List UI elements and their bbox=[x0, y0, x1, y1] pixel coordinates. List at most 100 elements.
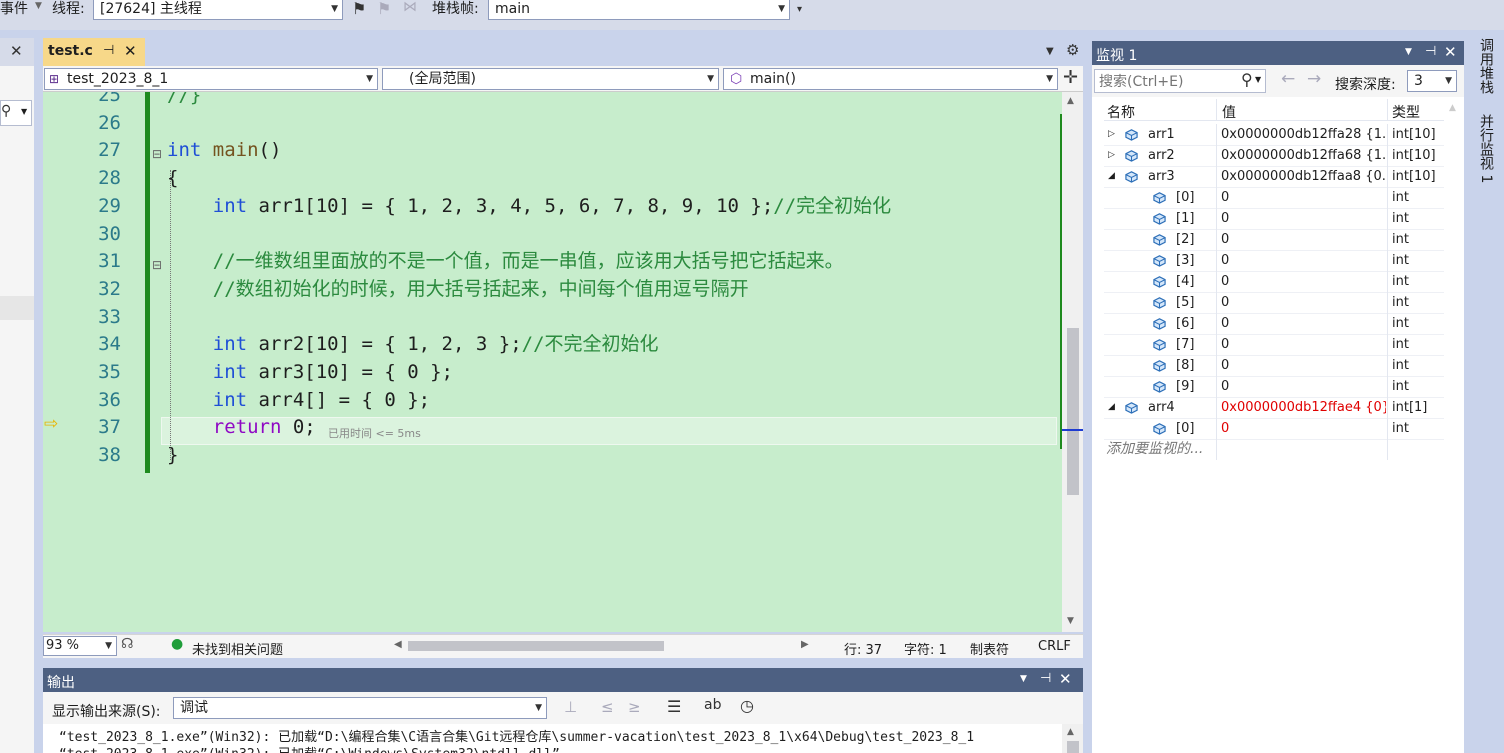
watch-row[interactable]: ▷ arr2 0x0000000db12ffa68 {1... int[10] bbox=[1104, 145, 1456, 167]
watch-value[interactable]: 0 bbox=[1221, 292, 1386, 313]
pin-icon[interactable]: ⊣ bbox=[1040, 671, 1051, 686]
eol-indicator[interactable]: CRLF bbox=[1038, 639, 1071, 654]
watch-row[interactable]: ◢ arr3 0x0000000db12ffaa8 {0... int[10] bbox=[1104, 166, 1456, 188]
close-icon[interactable]: ✕ bbox=[1444, 43, 1457, 61]
chevron-down-icon[interactable]: ▼ bbox=[1020, 674, 1027, 684]
pin-icon[interactable]: ⊣ bbox=[1425, 44, 1436, 59]
clear-all-icon[interactable]: ☰ bbox=[667, 697, 681, 716]
tab-test-c[interactable]: test.c ⊣ ✕ bbox=[43, 38, 145, 66]
scroll-thumb[interactable] bbox=[1067, 328, 1079, 495]
scroll-up-icon[interactable]: ▲ bbox=[1067, 727, 1074, 737]
intellicode-icon[interactable]: ☊ bbox=[121, 636, 133, 652]
scroll-up-icon[interactable]: ▲ bbox=[1067, 96, 1074, 106]
overflow-icon[interactable]: ▾ bbox=[797, 4, 802, 15]
watch-row[interactable]: [6] 0 int bbox=[1104, 313, 1456, 335]
split-icon[interactable]: ✛ bbox=[1063, 67, 1078, 88]
thread-dropdown[interactable]: [27624] 主线程 ▼ bbox=[93, 0, 343, 20]
watch-value[interactable]: 0x0000000db12ffa68 {1... bbox=[1221, 145, 1386, 166]
watch-value[interactable]: 0 bbox=[1221, 208, 1386, 229]
close-icon[interactable]: ✕ bbox=[10, 42, 23, 60]
word-wrap-icon[interactable]: ab bbox=[704, 697, 721, 713]
watch-row[interactable]: [4] 0 int bbox=[1104, 271, 1456, 293]
depth-dropdown[interactable]: 3 ▼ bbox=[1407, 70, 1457, 92]
watch-row[interactable]: [0] 0 int bbox=[1104, 187, 1456, 209]
close-icon[interactable]: ✕ bbox=[124, 42, 137, 60]
zoom-dropdown[interactable]: 93 % ▼ bbox=[43, 636, 117, 656]
side-tab-call-stack[interactable]: 调用堆栈 bbox=[1472, 38, 1498, 118]
column-separator[interactable] bbox=[1387, 99, 1388, 120]
watch-row[interactable]: [0] 0 int bbox=[1104, 418, 1456, 440]
scope-dropdown[interactable]: (全局范围) ▼ bbox=[382, 68, 719, 90]
issues-status[interactable]: 未找到相关问题 bbox=[192, 639, 283, 658]
watch-search-input[interactable] bbox=[1097, 72, 1241, 92]
watch-value[interactable]: 0 bbox=[1221, 313, 1386, 334]
forward-arrow-icon[interactable]: → bbox=[1307, 69, 1321, 89]
project-dropdown[interactable]: ⊞ test_2023_8_1 ▼ bbox=[44, 68, 378, 90]
watch-value[interactable]: 0 bbox=[1221, 250, 1386, 271]
watch-row[interactable]: [3] 0 int bbox=[1104, 250, 1456, 272]
column-header-name[interactable]: 名称 bbox=[1107, 102, 1135, 122]
expand-icon[interactable]: ▷ bbox=[1108, 124, 1115, 145]
find-message-icon[interactable]: ⊥ bbox=[564, 698, 577, 716]
scroll-down-icon[interactable]: ▼ bbox=[1067, 616, 1074, 626]
next-message-icon[interactable]: ≥ bbox=[628, 698, 641, 716]
watch-row[interactable]: ▷ arr1 0x0000000db12ffa28 {1... int[10] bbox=[1104, 124, 1456, 146]
watch-row[interactable]: [5] 0 int bbox=[1104, 292, 1456, 314]
tab-list-icon[interactable]: ▼ bbox=[1046, 46, 1054, 57]
scroll-up-icon[interactable]: ▲ bbox=[1449, 103, 1456, 113]
scroll-thumb[interactable] bbox=[1067, 741, 1079, 753]
hscroll-thumb[interactable] bbox=[408, 641, 664, 651]
column-header-type[interactable]: 类型 bbox=[1392, 102, 1420, 122]
function-dropdown[interactable]: ⬡ main() ▼ bbox=[723, 68, 1058, 90]
char-indicator[interactable]: 字符: 1 bbox=[904, 639, 947, 658]
hscroll-left-icon[interactable]: ◀ bbox=[394, 639, 402, 650]
watch-value[interactable]: 0 bbox=[1221, 187, 1386, 208]
side-tab-parallel-watch[interactable]: 并行监视 1 bbox=[1472, 114, 1498, 214]
watch-row[interactable]: [9] 0 int bbox=[1104, 376, 1456, 398]
collapse-icon[interactable]: ⊟ bbox=[152, 258, 162, 272]
watch-row[interactable]: [8] 0 int bbox=[1104, 355, 1456, 377]
prev-message-icon[interactable]: ≤ bbox=[601, 698, 614, 716]
pin-icon[interactable]: ⊣ bbox=[103, 43, 114, 58]
output-vscrollbar[interactable]: ▲ bbox=[1062, 724, 1083, 753]
collapse-icon[interactable]: ◢ bbox=[1108, 397, 1115, 418]
chevron-down-icon[interactable]: ▼ bbox=[1255, 75, 1261, 84]
watch-row[interactable]: [1] 0 int bbox=[1104, 208, 1456, 230]
watch-value[interactable]: 0 bbox=[1221, 334, 1386, 355]
flag-threads-icon[interactable]: ⚑ bbox=[377, 0, 391, 18]
watch-value[interactable]: 0 bbox=[1221, 271, 1386, 292]
events-chevron-icon[interactable]: ▼ bbox=[35, 1, 42, 11]
add-watch-row[interactable]: 添加要监视的... bbox=[1104, 439, 1456, 460]
column-separator[interactable] bbox=[1216, 99, 1217, 120]
watch-search-box[interactable]: ⚲ ▼ bbox=[1094, 69, 1266, 93]
stack-frame-dropdown[interactable]: main ▼ bbox=[488, 0, 790, 20]
code-area[interactable]: ⊟ ⊟ ⇨ 25//} 26 27 int main() 28{29 int arr1[… bbox=[43, 92, 1065, 632]
editor-vscrollbar[interactable]: ▲ ▼ bbox=[1062, 92, 1083, 632]
output-source-dropdown[interactable]: 调试 ▼ bbox=[173, 697, 547, 719]
collapse-icon[interactable]: ◢ bbox=[1108, 166, 1115, 187]
collapse-icon[interactable]: ⊟ bbox=[152, 147, 162, 161]
column-header-value[interactable]: 值 bbox=[1222, 102, 1236, 122]
watch-row[interactable]: [2] 0 int bbox=[1104, 229, 1456, 251]
flag-icon[interactable]: ⚑ bbox=[352, 0, 366, 18]
filter-icon[interactable]: ⋈ bbox=[403, 0, 417, 15]
watch-vscrollbar[interactable]: ▲ bbox=[1444, 99, 1464, 753]
line-indicator[interactable]: 行: 37 bbox=[844, 639, 882, 658]
add-watch-placeholder[interactable]: 添加要监视的... bbox=[1106, 439, 1203, 460]
watch-value[interactable]: 0x0000000db12ffaa8 {0... bbox=[1221, 166, 1386, 187]
events-label[interactable]: 事件 bbox=[0, 0, 28, 18]
chevron-down-icon[interactable]: ▼ bbox=[1405, 47, 1412, 57]
watch-row[interactable]: ◢ arr4 0x0000000db12ffae4 {0} int[1] bbox=[1104, 397, 1456, 419]
gear-icon[interactable]: ⚙ bbox=[1066, 41, 1079, 59]
output-text-area[interactable]: “test_2023_8_1.exe”(Win32): 已加载“D:\编程合集\… bbox=[43, 724, 1083, 753]
clock-icon[interactable]: ◷ bbox=[740, 696, 754, 715]
close-icon[interactable]: ✕ bbox=[1059, 670, 1072, 688]
left-selected-item[interactable] bbox=[0, 296, 34, 320]
expand-icon[interactable]: ▷ bbox=[1108, 145, 1115, 166]
watch-row[interactable]: [7] 0 int bbox=[1104, 334, 1456, 356]
watch-value[interactable]: 0 bbox=[1221, 418, 1386, 439]
watch-value[interactable]: 0 bbox=[1221, 229, 1386, 250]
back-arrow-icon[interactable]: ← bbox=[1281, 69, 1295, 89]
watch-value[interactable]: 0x0000000db12ffa28 {1... bbox=[1221, 124, 1386, 145]
hscroll-right-icon[interactable]: ▶ bbox=[801, 639, 809, 650]
